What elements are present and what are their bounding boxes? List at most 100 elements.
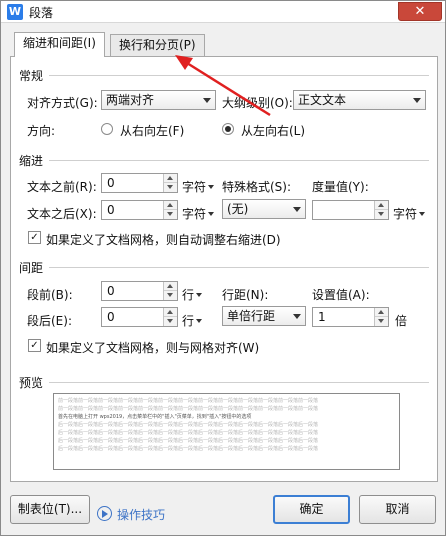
spin-down-icon[interactable] (375, 317, 388, 326)
spin-up-icon[interactable] (375, 308, 388, 317)
line-spacing-label: 行距(N): (222, 288, 269, 302)
preview-current-paragraph-line: 首先在电脑上打开 wps2019，点击菜单栏中的"插入"页菜单，找到"插入"按钮… (58, 414, 252, 420)
spacing-after-unit-dropdown[interactable]: 行 (182, 312, 203, 329)
indent-after-label: 文本之后(X): (27, 207, 97, 221)
play-circle-icon[interactable] (97, 506, 112, 521)
title-bar: W 段落 ✕ (1, 1, 445, 23)
direction-label: 方向: (27, 124, 56, 138)
caret-down-icon (208, 185, 215, 189)
indent-after-value: 0 (107, 203, 115, 217)
alignment-select[interactable]: 两端对齐 (101, 90, 216, 110)
caret-down-icon (196, 319, 203, 323)
outline-level-select-value: 正文文本 (298, 93, 347, 107)
tab-stops-button[interactable]: 制表位(T)... (10, 495, 90, 524)
snap-to-grid-checkbox[interactable]: ✓ (28, 339, 41, 352)
caret-down-icon (208, 212, 215, 216)
indent-before-spin-buttons[interactable] (163, 174, 177, 192)
indent-before-spinner[interactable]: 0 (101, 173, 178, 193)
spin-down-icon[interactable] (375, 210, 388, 219)
line-spacing-select-value: 单倍行距 (227, 309, 276, 323)
section-indent-divider (49, 160, 429, 161)
section-general-title: 常规 (19, 69, 44, 83)
spin-down-icon[interactable] (164, 317, 177, 326)
spacing-after-spin-buttons[interactable] (163, 308, 177, 326)
direction-rtl-radio[interactable] (101, 123, 113, 135)
snap-to-grid-label[interactable]: 如果定义了文档网格，则与网格对齐(W) (46, 339, 259, 356)
direction-ltr-label[interactable]: 从左向右(L) (241, 122, 305, 139)
section-preview-divider (49, 382, 429, 383)
cancel-button[interactable]: 取消 (359, 495, 436, 524)
spacing-before-spin-buttons[interactable] (163, 282, 177, 300)
preview-prev-paragraph-line: 前一段落前一段落前一段落前一段落前一段落前一段落前一段落前一段落前一段落前一段落… (58, 398, 319, 404)
setting-value-unit: 倍 (395, 314, 408, 328)
indent-after-spinner[interactable]: 0 (101, 200, 178, 220)
spin-down-icon[interactable] (164, 291, 177, 300)
setting-value-spinner[interactable]: 1 (312, 307, 389, 327)
paragraph-dialog: W 段落 ✕ 缩进和间距(I) 换行和分页(P) 常规 对齐方式(G): 两端对… (0, 0, 446, 536)
caret-down-icon (419, 212, 426, 216)
outline-level-select[interactable]: 正文文本 (293, 90, 426, 110)
special-format-select[interactable]: (无) (222, 199, 306, 219)
indent-after-spin-buttons[interactable] (163, 201, 177, 219)
section-spacing-divider (49, 267, 429, 268)
indent-before-label: 文本之前(R): (27, 180, 97, 194)
spin-down-icon[interactable] (164, 183, 177, 192)
spacing-after-value: 0 (107, 310, 115, 324)
spacing-before-label: 段前(B): (27, 288, 73, 302)
direction-rtl-label[interactable]: 从右向左(F) (120, 122, 184, 139)
dialog-title: 段落 (29, 6, 54, 20)
indent-before-unit: 字符 (182, 180, 207, 194)
spin-up-icon[interactable] (164, 282, 177, 291)
spin-up-icon[interactable] (375, 201, 388, 210)
spin-down-icon[interactable] (164, 210, 177, 219)
spin-up-icon[interactable] (164, 201, 177, 210)
setting-value-label: 设置值(A): (312, 288, 370, 302)
chevron-down-icon (293, 314, 301, 319)
caret-down-icon (196, 293, 203, 297)
spin-up-icon[interactable] (164, 308, 177, 317)
spin-up-icon[interactable] (164, 174, 177, 183)
alignment-select-value: 两端对齐 (106, 93, 155, 107)
auto-adjust-indent-label[interactable]: 如果定义了文档网格，则自动调整右缩进(D) (46, 231, 281, 248)
indent-before-unit-dropdown[interactable]: 字符 (182, 178, 215, 195)
setting-value-spin-buttons[interactable] (374, 308, 388, 326)
spacing-before-unit-dropdown[interactable]: 行 (182, 286, 203, 303)
spacing-before-spinner[interactable]: 0 (101, 281, 178, 301)
indent-after-unit: 字符 (182, 207, 207, 221)
close-button[interactable]: ✕ (398, 2, 442, 21)
preview-next-paragraph-line: 后一段落后一段落后一段落后一段落后一段落后一段落后一段落后一段落后一段落后一段落… (58, 422, 319, 428)
spacing-after-unit: 行 (182, 314, 195, 328)
tab-indent-spacing[interactable]: 缩进和间距(I) (14, 32, 105, 57)
measure-unit-dropdown[interactable]: 字符 (393, 205, 426, 222)
measure-label: 度量值(Y): (312, 180, 369, 194)
outline-level-label: 大纲级别(O): (222, 96, 293, 110)
line-spacing-select[interactable]: 单倍行距 (222, 306, 306, 326)
tab-line-page-breaks[interactable]: 换行和分页(P) (110, 34, 205, 56)
alignment-label: 对齐方式(G): (27, 96, 98, 110)
direction-ltr-radio[interactable] (222, 123, 234, 135)
spacing-before-unit: 行 (182, 288, 195, 302)
chevron-down-icon (413, 98, 421, 103)
section-preview-title: 预览 (19, 376, 44, 390)
preview-next-paragraph-line: 后一段落后一段落后一段落后一段落后一段落后一段落后一段落后一段落后一段落后一段落… (58, 446, 319, 452)
indent-after-unit-dropdown[interactable]: 字符 (182, 205, 215, 222)
ok-button[interactable]: 确定 (273, 495, 350, 524)
chevron-down-icon (293, 207, 301, 212)
preview-box: 前一段落前一段落前一段落前一段落前一段落前一段落前一段落前一段落前一段落前一段落… (53, 393, 400, 470)
special-format-label: 特殊格式(S): (222, 180, 292, 194)
section-indent-title: 缩进 (19, 154, 44, 168)
spacing-before-value: 0 (107, 284, 115, 298)
chevron-down-icon (203, 98, 211, 103)
special-format-select-value: (无) (227, 202, 249, 216)
section-general-divider (49, 75, 429, 76)
preview-prev-paragraph-line: 前一段落前一段落前一段落前一段落前一段落前一段落前一段落前一段落前一段落前一段落… (58, 406, 319, 412)
spacing-after-spinner[interactable]: 0 (101, 307, 178, 327)
preview-next-paragraph-line: 后一段落后一段落后一段落后一段落后一段落后一段落后一段落后一段落后一段落后一段落… (58, 430, 319, 436)
measure-spinner[interactable] (312, 200, 389, 220)
measure-unit: 字符 (393, 207, 418, 221)
setting-value: 1 (318, 310, 326, 324)
auto-adjust-indent-checkbox[interactable]: ✓ (28, 231, 41, 244)
tips-link[interactable]: 操作技巧 (117, 506, 165, 523)
wps-writer-icon: W (7, 4, 23, 20)
measure-spin-buttons[interactable] (374, 201, 388, 219)
